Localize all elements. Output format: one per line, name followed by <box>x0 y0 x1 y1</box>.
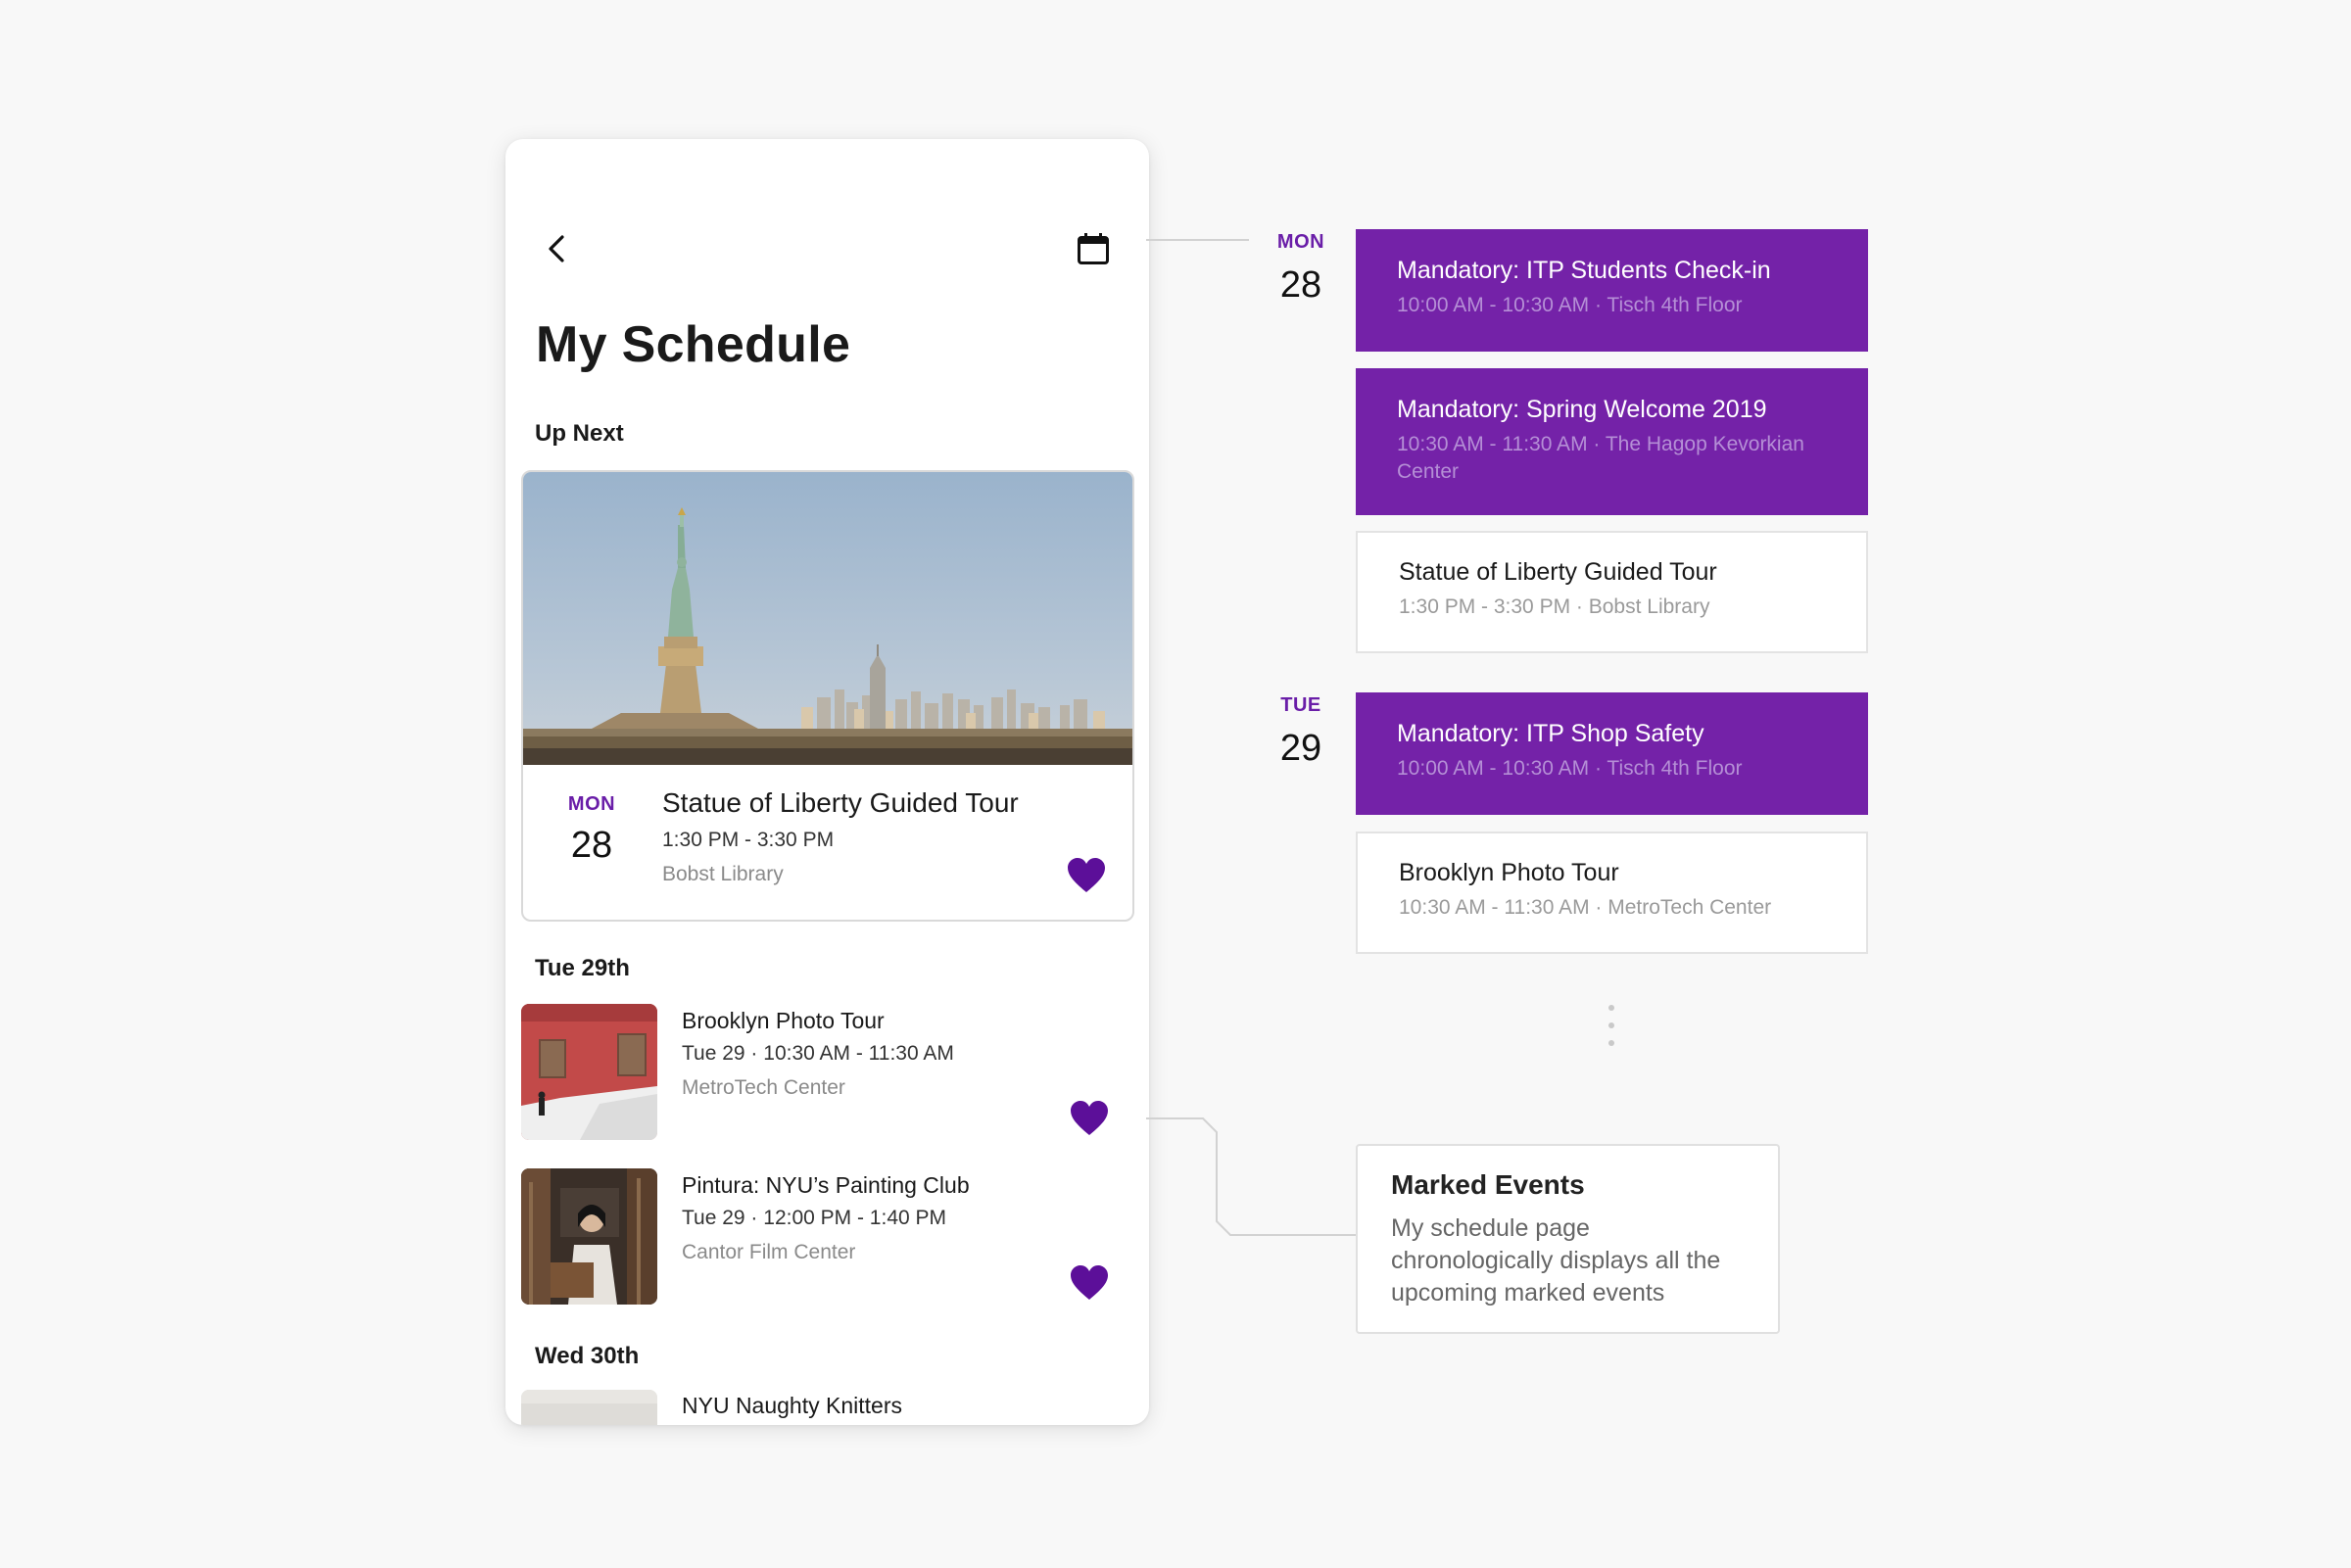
red-wall-photo <box>521 1004 657 1140</box>
page-title: My Schedule <box>536 316 851 373</box>
annotation-note: Marked Events My schedule page chronolog… <box>1356 1144 1780 1334</box>
timeline-event-subtitle: 10:30 AM - 11:30 AM · MetroTech Center <box>1399 896 1772 919</box>
up-next-card[interactable]: MON 28 Statue of Liberty Guided Tour 1:3… <box>521 470 1134 922</box>
timeline-event-title: Mandatory: Spring Welcome 2019 <box>1397 396 1767 423</box>
event-time: Tue 29 · 12:00 PM - 1:40 PM <box>682 1207 947 1229</box>
calendar-button[interactable] <box>1068 219 1119 278</box>
section-label-tue: Tue 29th <box>535 955 630 981</box>
phone-screen: My Schedule Up Next MON 28 Statue of Lib… <box>505 139 1149 1425</box>
timeline-event-title: Statue of Liberty Guided Tour <box>1399 558 1717 586</box>
event-location: MetroTech Center <box>682 1076 845 1099</box>
timeline-event-title: Brooklyn Photo Tour <box>1399 859 1619 886</box>
more-dots-icon <box>1608 1005 1614 1058</box>
timeline-day-of-week: TUE <box>1280 694 1321 716</box>
timeline-event-card[interactable]: Mandatory: ITP Shop Safety 10:00 AM - 10… <box>1356 692 1868 815</box>
calendar-icon <box>1078 233 1109 264</box>
timeline-day-of-week: MON <box>1276 231 1325 253</box>
timeline-event-title: Mandatory: ITP Students Check-in <box>1397 257 1771 284</box>
event-title: Brooklyn Photo Tour <box>682 1008 885 1033</box>
up-next-title: Statue of Liberty Guided Tour <box>662 787 1019 818</box>
event-title: NYU Naughty Knitters <box>682 1393 902 1418</box>
timeline-event-subtitle: 10:00 AM - 10:30 AM · Tisch 4th Floor <box>1397 294 1743 316</box>
heart-icon[interactable] <box>1067 858 1106 893</box>
statue-of-liberty-photo <box>523 472 1132 765</box>
up-next-time: 1:30 PM - 3:30 PM <box>662 829 835 851</box>
painter-photo <box>521 1168 657 1305</box>
knitting-photo <box>521 1390 657 1425</box>
heart-icon[interactable] <box>1070 1101 1109 1136</box>
connector-line <box>1146 239 1249 241</box>
timeline-event-card[interactable]: Statue of Liberty Guided Tour 1:30 PM - … <box>1356 531 1868 653</box>
chevron-left-icon <box>549 235 564 262</box>
up-next-day-number: 28 <box>570 825 613 866</box>
annotation-body: My schedule page chronologically display… <box>1391 1214 1721 1307</box>
timeline-event-subtitle: 10:30 AM - 11:30 AM · The Hagop Kevorkia… <box>1397 433 1804 483</box>
timeline-event-card[interactable]: Mandatory: ITP Students Check-in 10:00 A… <box>1356 229 1868 352</box>
event-location: Cantor Film Center <box>682 1241 856 1263</box>
event-title: Pintura: NYU’s Painting Club <box>682 1172 970 1198</box>
timeline-day-number: 28 <box>1279 264 1322 306</box>
timeline-event-card[interactable]: Brooklyn Photo Tour 10:30 AM - 11:30 AM … <box>1356 832 1868 954</box>
timeline-day-number: 29 <box>1279 728 1322 769</box>
heart-icon[interactable] <box>1070 1265 1109 1301</box>
section-label-wed: Wed 30th <box>535 1343 640 1369</box>
up-next-location: Bobst Library <box>662 863 784 885</box>
connector-line <box>1146 1117 1356 1236</box>
timeline-event-card[interactable]: Mandatory: Spring Welcome 2019 10:30 AM … <box>1356 368 1868 515</box>
timeline-event-subtitle: 10:00 AM - 10:30 AM · Tisch 4th Floor <box>1397 757 1743 780</box>
annotation-title: Marked Events <box>1391 1169 1585 1200</box>
timeline-event-subtitle: 1:30 PM - 3:30 PM · Bobst Library <box>1399 595 1710 618</box>
up-next-label: Up Next <box>535 420 624 447</box>
event-time: Tue 29 · 10:30 AM - 11:30 AM <box>682 1042 954 1065</box>
timeline-event-title: Mandatory: ITP Shop Safety <box>1397 720 1704 747</box>
up-next-day-of-week: MON <box>567 793 616 815</box>
back-button[interactable] <box>533 219 580 278</box>
